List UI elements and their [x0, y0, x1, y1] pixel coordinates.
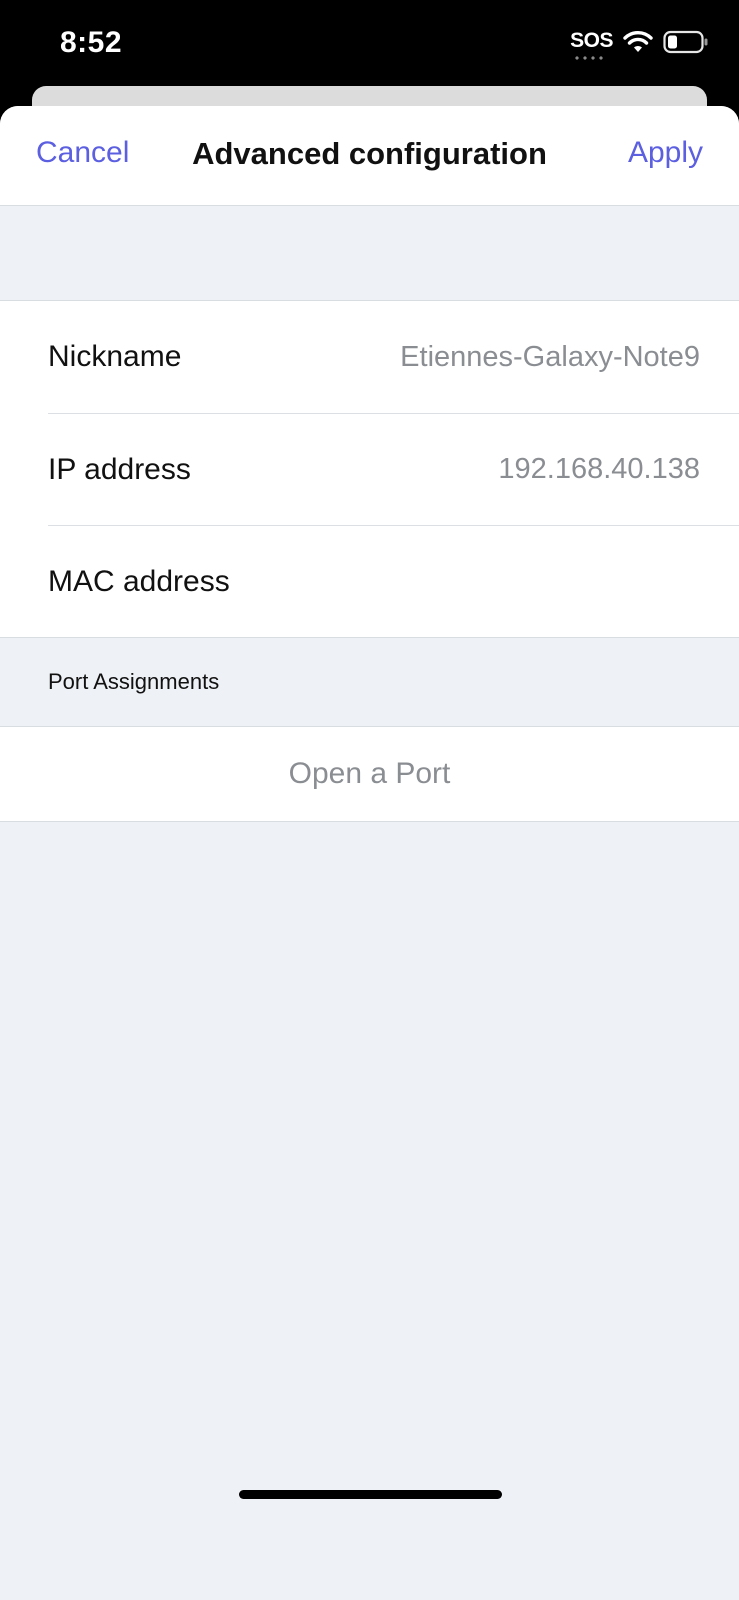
ip-address-label: IP address — [48, 452, 191, 486]
mac-address-row[interactable]: MAC address — [48, 525, 739, 637]
open-port-button[interactable]: Open a Port — [0, 726, 739, 822]
sos-indicator: SOS — [570, 29, 613, 60]
device-info-group: Nickname Etiennes-Galaxy-Note9 IP addres… — [0, 300, 739, 638]
navigation-bar: Cancel Advanced configuration Apply — [0, 106, 739, 206]
status-time: 8:52 — [60, 26, 123, 59]
advanced-configuration-sheet: Cancel Advanced configuration Apply Nick… — [0, 106, 739, 1600]
nickname-label: Nickname — [48, 340, 182, 373]
apply-button[interactable]: Apply — [628, 136, 703, 170]
ip-address-value[interactable]: 192.168.40.138 — [498, 453, 700, 486]
home-indicator[interactable] — [239, 1490, 502, 1499]
status-bar: 8:52 SOS — [0, 0, 739, 90]
port-assignments-header: Port Assignments — [48, 669, 220, 694]
battery-icon — [663, 30, 709, 54]
nickname-row[interactable]: Nickname Etiennes-Galaxy-Note9 — [48, 301, 739, 413]
screen: 8:52 SOS Cancel Advanced configuration A… — [0, 0, 739, 1600]
signal-dots-icon — [573, 56, 606, 60]
wifi-icon — [623, 30, 653, 54]
mac-address-label: MAC address — [48, 564, 230, 598]
ip-address-row[interactable]: IP address 192.168.40.138 — [48, 413, 739, 525]
sos-label: SOS — [570, 29, 613, 52]
status-indicators: SOS — [570, 30, 709, 64]
nickname-value[interactable]: Etiennes-Galaxy-Note9 — [400, 341, 700, 374]
